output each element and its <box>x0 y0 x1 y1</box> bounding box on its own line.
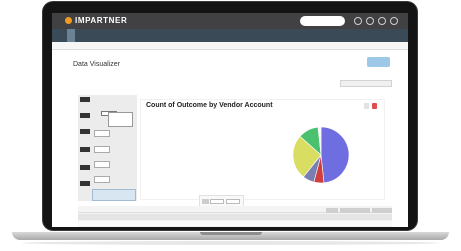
chart-svg <box>292 126 350 184</box>
table-action-button[interactable] <box>372 208 392 213</box>
mini-control[interactable] <box>202 199 209 204</box>
brand-logo-icon <box>65 17 72 24</box>
left-controls-panel <box>78 95 137 201</box>
option-box[interactable] <box>94 130 110 137</box>
secondary-toolbar <box>52 42 408 50</box>
table-header <box>78 214 392 220</box>
brand-name: IMPARTNER <box>75 16 128 25</box>
base-notch <box>200 232 262 235</box>
app-screen: IMPARTNER Data Visualizer Count of Outco… <box>52 13 408 227</box>
toolbar-icon[interactable] <box>80 181 90 186</box>
primary-action-button[interactable] <box>367 57 390 67</box>
profile-icon[interactable] <box>390 17 398 25</box>
table-toolbar <box>78 206 392 213</box>
toolbar-icon[interactable] <box>80 129 90 134</box>
data-table-panel <box>78 206 392 227</box>
help-icon[interactable] <box>366 17 374 25</box>
filter-row <box>340 80 392 87</box>
chart-title: Count of Outcome by Vendor Account <box>146 102 273 109</box>
laptop-base <box>12 232 449 240</box>
chart-panel: Count of Outcome by Vendor Account <box>140 99 385 200</box>
chart-close-icon[interactable] <box>372 103 377 109</box>
table-action-button[interactable] <box>340 208 370 213</box>
toolbar-icon[interactable] <box>80 97 90 102</box>
option-box[interactable] <box>94 161 110 168</box>
table-row <box>78 221 392 226</box>
blue-action-box[interactable] <box>92 189 136 201</box>
toolbar-icon[interactable] <box>80 113 90 118</box>
toolbar-icon[interactable] <box>80 147 90 152</box>
settings-icon[interactable] <box>378 17 386 25</box>
floor-shadow <box>22 241 439 245</box>
pie-slice <box>320 126 350 184</box>
mini-control[interactable] <box>210 199 224 204</box>
toolbar-icon[interactable] <box>80 165 90 170</box>
option-box[interactable] <box>94 176 110 183</box>
settings-box <box>108 112 133 127</box>
tab-primary[interactable] <box>67 29 75 42</box>
device-scene: IMPARTNER Data Visualizer Count of Outco… <box>0 0 461 251</box>
page-title: Data Visualizer <box>73 61 120 68</box>
table-action-button[interactable] <box>326 208 338 213</box>
bell-icon[interactable] <box>354 17 362 25</box>
mini-control[interactable] <box>226 199 240 204</box>
chart-action-icon[interactable] <box>364 103 369 109</box>
search-input[interactable] <box>300 16 345 26</box>
navigation-tabs <box>52 29 408 42</box>
option-box[interactable] <box>94 146 110 153</box>
top-bar: IMPARTNER <box>52 13 408 29</box>
